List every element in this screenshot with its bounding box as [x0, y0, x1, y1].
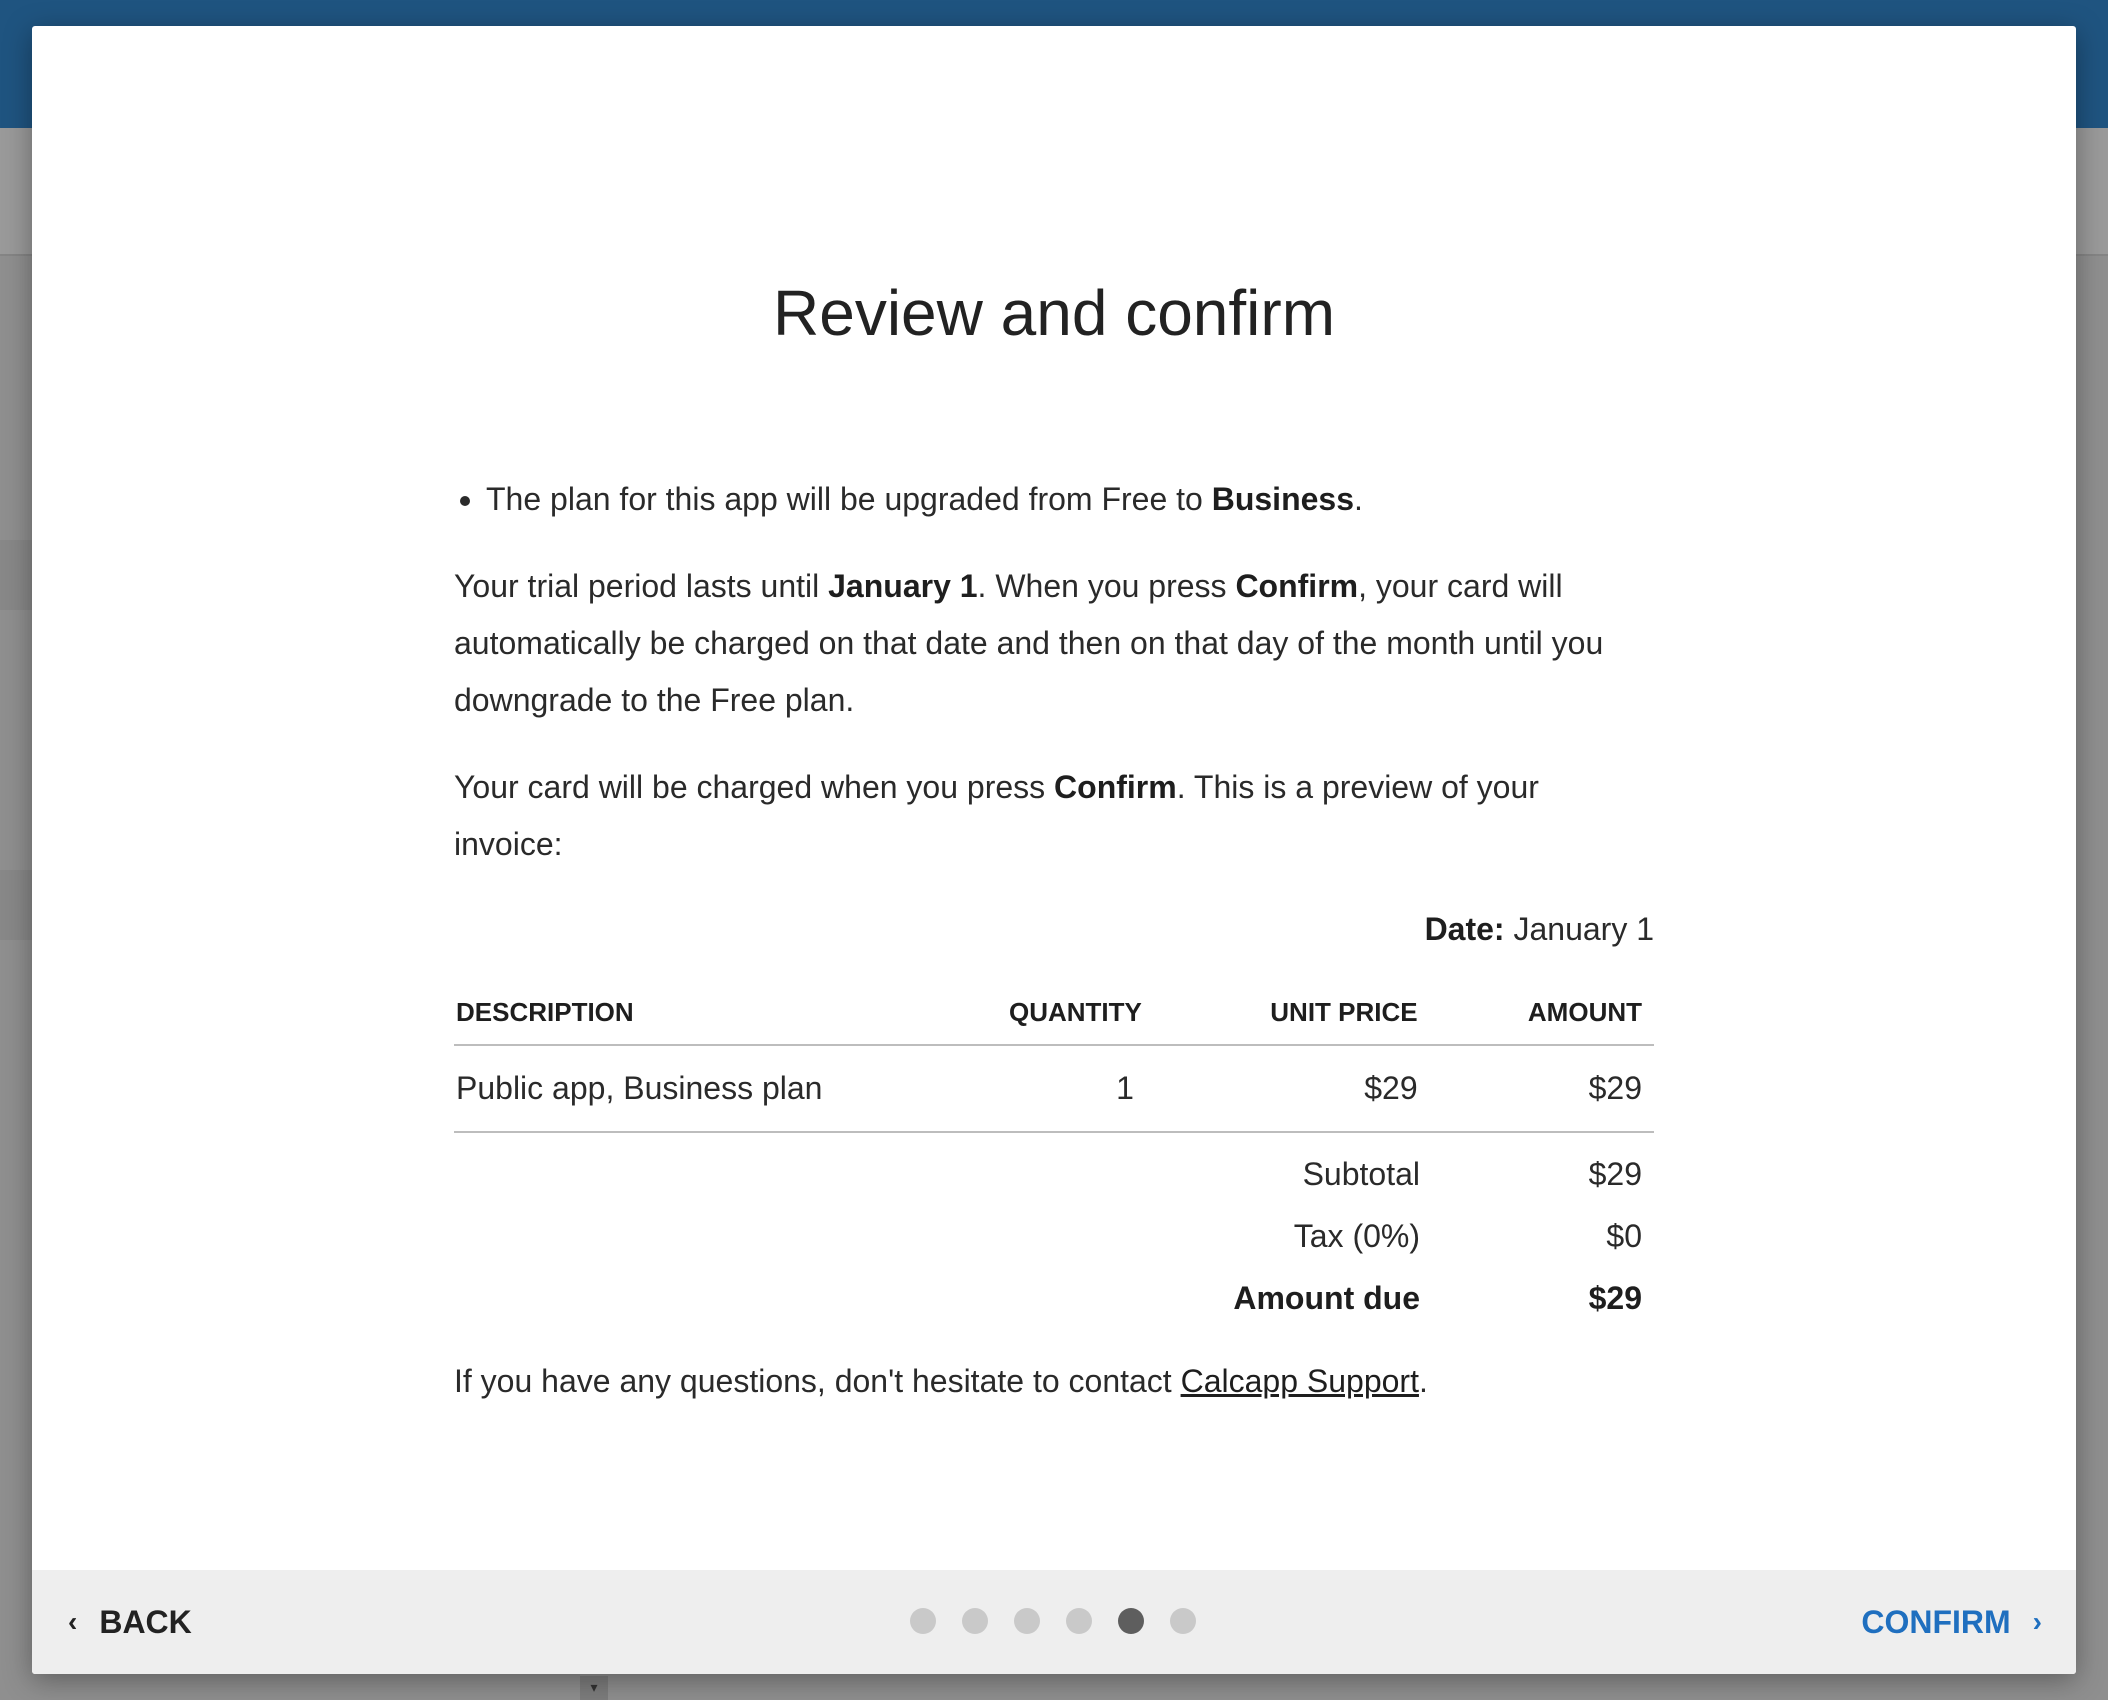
invoice-date-value: January 1 — [1513, 911, 1654, 947]
step-dot — [1066, 1608, 1092, 1634]
table-row: Public app, Business plan 1 $29 $29 — [454, 1045, 1654, 1133]
invoice-table: DESCRIPTION QUANTITY UNIT PRICE AMOUNT P… — [454, 992, 1654, 1133]
column-header-description: DESCRIPTION — [454, 992, 957, 1046]
background-dropdown-caret-icon: ▾ — [580, 1676, 608, 1700]
line-item-quantity: 1 — [956, 1045, 1154, 1133]
plan-change-list: The plan for this app will be upgraded f… — [454, 471, 1654, 528]
column-header-unit-price: UNIT PRICE — [1153, 992, 1430, 1046]
amount-due-value: $29 — [1588, 1280, 1642, 1316]
trial-text-1: Your trial period lasts until — [454, 568, 829, 604]
back-button-label: BACK — [99, 1603, 192, 1640]
trial-text-2: . When you press — [977, 568, 1236, 604]
review-confirm-dialog: Review and confirm The plan for this app… — [32, 26, 2076, 1674]
plan-change-text: The plan for this app will be upgraded f… — [486, 481, 1212, 517]
step-dot — [1170, 1608, 1196, 1634]
invoice-date: Date: January 1 — [454, 901, 1654, 958]
invoice-totals: Subtotal $29 Tax (0%) $0 Amount due $29 — [454, 1143, 1654, 1329]
trial-end-date: January 1 — [828, 568, 978, 604]
help-suffix: . — [1418, 1363, 1428, 1399]
step-dot — [962, 1608, 988, 1634]
subtotal-value: $29 — [1588, 1156, 1642, 1192]
back-button[interactable]: ‹ BACK — [68, 1570, 192, 1674]
background-panel-edge — [0, 870, 32, 940]
trial-paragraph: Your trial period lasts until January 1.… — [454, 558, 1654, 729]
column-header-quantity: QUANTITY — [956, 992, 1154, 1046]
help-paragraph: If you have any questions, don't hesitat… — [454, 1353, 1654, 1410]
charge-confirm-word: Confirm — [1054, 769, 1177, 805]
confirm-button-label: CONFIRM — [1861, 1603, 2011, 1640]
confirm-button[interactable]: CONFIRM › — [1861, 1570, 2042, 1674]
background-panel-edge — [0, 540, 32, 610]
charge-paragraph: Your card will be charged when you press… — [454, 759, 1654, 873]
subtotal-label: Subtotal — [1302, 1156, 1420, 1192]
subtotal-row: Subtotal $29 — [454, 1143, 1654, 1205]
line-item-amount: $29 — [1429, 1045, 1654, 1133]
charge-text-1: Your card will be charged when you press — [454, 769, 1055, 805]
line-item-description: Public app, Business plan — [454, 1045, 957, 1133]
column-header-amount: AMOUNT — [1429, 992, 1654, 1046]
plan-change-suffix: . — [1354, 481, 1363, 517]
tax-label: Tax (0%) — [1293, 1218, 1420, 1254]
new-plan-name: Business — [1211, 481, 1354, 517]
help-text: If you have any questions, don't hesitat… — [454, 1363, 1181, 1399]
step-indicator — [910, 1608, 1222, 1634]
step-dot-active — [1118, 1608, 1144, 1634]
chevron-right-icon: › — [2032, 1606, 2042, 1637]
trial-confirm-word: Confirm — [1235, 568, 1359, 604]
chevron-left-icon: ‹ — [68, 1606, 78, 1637]
dialog-footer: ‹ BACK CONFIRM › — [32, 1570, 2076, 1674]
tax-value: $0 — [1606, 1218, 1642, 1254]
support-link[interactable]: Calcapp Support — [1181, 1363, 1419, 1399]
amount-due-label: Amount due — [1233, 1280, 1420, 1316]
step-dot — [910, 1608, 936, 1634]
amount-due-row: Amount due $29 — [454, 1267, 1654, 1329]
tax-row: Tax (0%) $0 — [454, 1205, 1654, 1267]
dialog-content: The plan for this app will be upgraded f… — [454, 471, 1654, 1410]
invoice-date-label: Date: — [1424, 911, 1505, 947]
invoice-header-row: DESCRIPTION QUANTITY UNIT PRICE AMOUNT — [454, 992, 1654, 1046]
step-dot — [1014, 1608, 1040, 1634]
dialog-title: Review and confirm — [773, 277, 1335, 349]
line-item-unit-price: $29 — [1153, 1045, 1430, 1133]
plan-change-item: The plan for this app will be upgraded f… — [486, 471, 1654, 528]
